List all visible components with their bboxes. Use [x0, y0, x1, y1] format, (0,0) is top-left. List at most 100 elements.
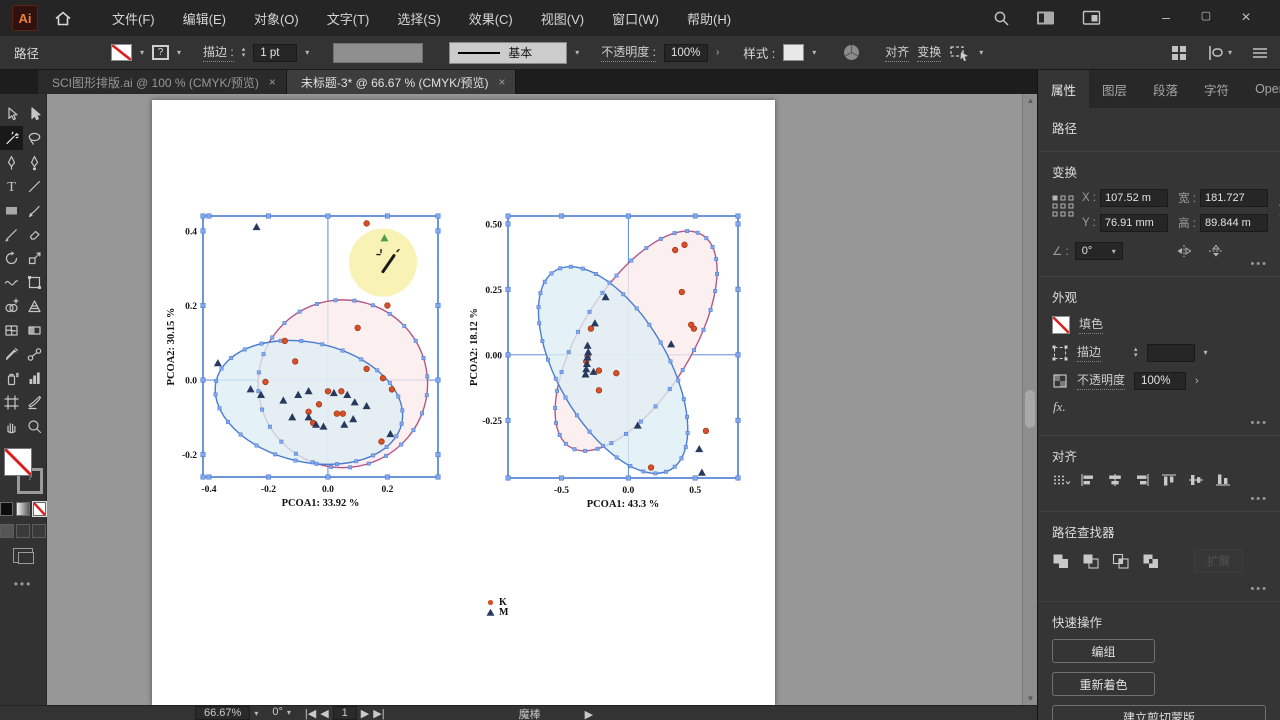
- screen-mode-button[interactable]: [13, 548, 34, 564]
- status-expand-icon[interactable]: ▶: [585, 708, 593, 720]
- anchor-point[interactable]: [708, 307, 713, 312]
- data-point-K[interactable]: [384, 302, 391, 309]
- y-field[interactable]: 76.91 mm: [1099, 214, 1168, 232]
- draw-inside-button[interactable]: [32, 524, 46, 538]
- anchor-point[interactable]: [256, 389, 261, 394]
- frame-handle[interactable]: [505, 286, 511, 292]
- frame-handle[interactable]: [735, 417, 741, 423]
- style-swatch[interactable]: [783, 44, 805, 61]
- anchor-point[interactable]: [553, 406, 558, 410]
- anchor-point[interactable]: [667, 387, 672, 392]
- style-dropdown-icon[interactable]: ▾: [812, 48, 816, 57]
- group-button[interactable]: 编组: [1052, 639, 1155, 663]
- anchor-point[interactable]: [273, 452, 278, 457]
- anchor-point[interactable]: [420, 411, 425, 416]
- opacity-proxy-icon[interactable]: [1052, 373, 1068, 389]
- rotation-dropdown-icon[interactable]: ▾: [287, 708, 291, 717]
- anchor-point[interactable]: [710, 245, 715, 249]
- align-bottom-icon[interactable]: [1214, 473, 1232, 487]
- edit-toolbar-button[interactable]: •••: [0, 577, 46, 591]
- rotation-angle-field[interactable]: 0° ▾: [1074, 242, 1123, 260]
- menu-item-4[interactable]: 选择(S): [385, 5, 452, 32]
- artboard-tool[interactable]: [0, 390, 23, 414]
- anchor-point[interactable]: [537, 321, 542, 326]
- slice-tool[interactable]: [23, 390, 46, 414]
- anchor-point[interactable]: [217, 406, 222, 411]
- anchor-point[interactable]: [394, 434, 399, 439]
- opacity-value-field[interactable]: 100%: [1134, 371, 1187, 390]
- anchor-point[interactable]: [555, 388, 559, 393]
- anchor-point[interactable]: [402, 323, 407, 328]
- frame-handle[interactable]: [435, 302, 441, 308]
- scroll-up-icon[interactable]: ▲: [1023, 96, 1038, 105]
- anchor-point[interactable]: [587, 309, 592, 314]
- anchor-point[interactable]: [609, 441, 614, 446]
- menu-item-5[interactable]: 效果(C): [457, 5, 525, 32]
- data-point-M[interactable]: [252, 222, 261, 231]
- menu-item-6[interactable]: 视图(V): [529, 5, 596, 32]
- panel-tab-3[interactable]: 字符: [1191, 70, 1242, 108]
- anchor-point[interactable]: [384, 444, 389, 449]
- anchor-point[interactable]: [340, 348, 345, 353]
- search-icon[interactable]: [993, 10, 1010, 27]
- anchor-point[interactable]: [421, 356, 426, 360]
- anchor-point[interactable]: [375, 368, 380, 373]
- draw-behind-button[interactable]: [16, 524, 30, 538]
- frame-handle[interactable]: [325, 474, 331, 480]
- anchor-point[interactable]: [563, 395, 568, 400]
- paintbrush-tool[interactable]: [23, 198, 46, 222]
- data-point-K[interactable]: [339, 410, 346, 417]
- anchor-point[interactable]: [576, 329, 581, 334]
- anchor-point[interactable]: [629, 258, 634, 263]
- anchor-point[interactable]: [540, 339, 545, 343]
- data-point-M[interactable]: [213, 359, 222, 367]
- anchor-point[interactable]: [644, 246, 649, 251]
- anchor-point[interactable]: [396, 394, 401, 399]
- tab-close-icon[interactable]: ×: [269, 75, 276, 89]
- data-point-K[interactable]: [292, 358, 299, 365]
- frame-handle[interactable]: [735, 286, 741, 292]
- width-profile-dropdown[interactable]: [333, 42, 424, 63]
- anchor-point[interactable]: [335, 462, 340, 467]
- flip-horizontal-icon[interactable]: [1175, 244, 1193, 258]
- scrollbar-thumb[interactable]: [1025, 390, 1035, 428]
- eraser-tool[interactable]: [23, 222, 46, 246]
- anchor-point[interactable]: [672, 464, 677, 469]
- shaper-tool[interactable]: [0, 222, 23, 246]
- anchor-point[interactable]: [333, 298, 338, 303]
- data-point-K[interactable]: [363, 365, 370, 373]
- anchor-point[interactable]: [593, 272, 598, 276]
- stroke-proxy-icon[interactable]: [1052, 345, 1068, 361]
- direct-selection-tool[interactable]: [23, 102, 46, 126]
- anchor-point[interactable]: [549, 271, 554, 276]
- next-artboard-icon[interactable]: ▶: [361, 707, 369, 720]
- anchor-point[interactable]: [676, 378, 681, 383]
- pathfinder-minus-front-icon[interactable]: [1082, 553, 1099, 569]
- panel-tab-2[interactable]: 段落: [1140, 70, 1191, 108]
- anchor-point[interactable]: [572, 447, 577, 452]
- transform-more-options[interactable]: •••: [1250, 258, 1268, 270]
- anchor-point[interactable]: [261, 352, 266, 357]
- anchor-point[interactable]: [623, 431, 628, 436]
- data-point-K[interactable]: [681, 241, 688, 248]
- anchor-point[interactable]: [348, 465, 353, 470]
- last-artboard-icon[interactable]: ▶|: [373, 707, 384, 720]
- frame-handle[interactable]: [435, 213, 441, 219]
- data-point-K[interactable]: [315, 401, 323, 408]
- anchor-point[interactable]: [701, 327, 706, 332]
- anchor-point[interactable]: [568, 264, 573, 269]
- control-bar-menu-icon[interactable]: [1252, 47, 1268, 59]
- recolor-button[interactable]: 重新着色: [1052, 672, 1155, 696]
- frame-handle[interactable]: [435, 474, 441, 480]
- anchor-point[interactable]: [299, 339, 304, 343]
- data-point-K[interactable]: [333, 410, 341, 417]
- anchor-point[interactable]: [553, 376, 558, 381]
- anchor-point[interactable]: [229, 355, 234, 360]
- stroke-weight-dropdown-icon[interactable]: ▾: [305, 48, 309, 57]
- frame-handle[interactable]: [735, 475, 741, 481]
- frame-handle[interactable]: [505, 221, 511, 227]
- artboard-number-field[interactable]: 1: [332, 706, 357, 720]
- align-more-options[interactable]: •••: [1250, 493, 1268, 505]
- anchor-point[interactable]: [647, 322, 652, 327]
- frame-handle[interactable]: [505, 417, 511, 423]
